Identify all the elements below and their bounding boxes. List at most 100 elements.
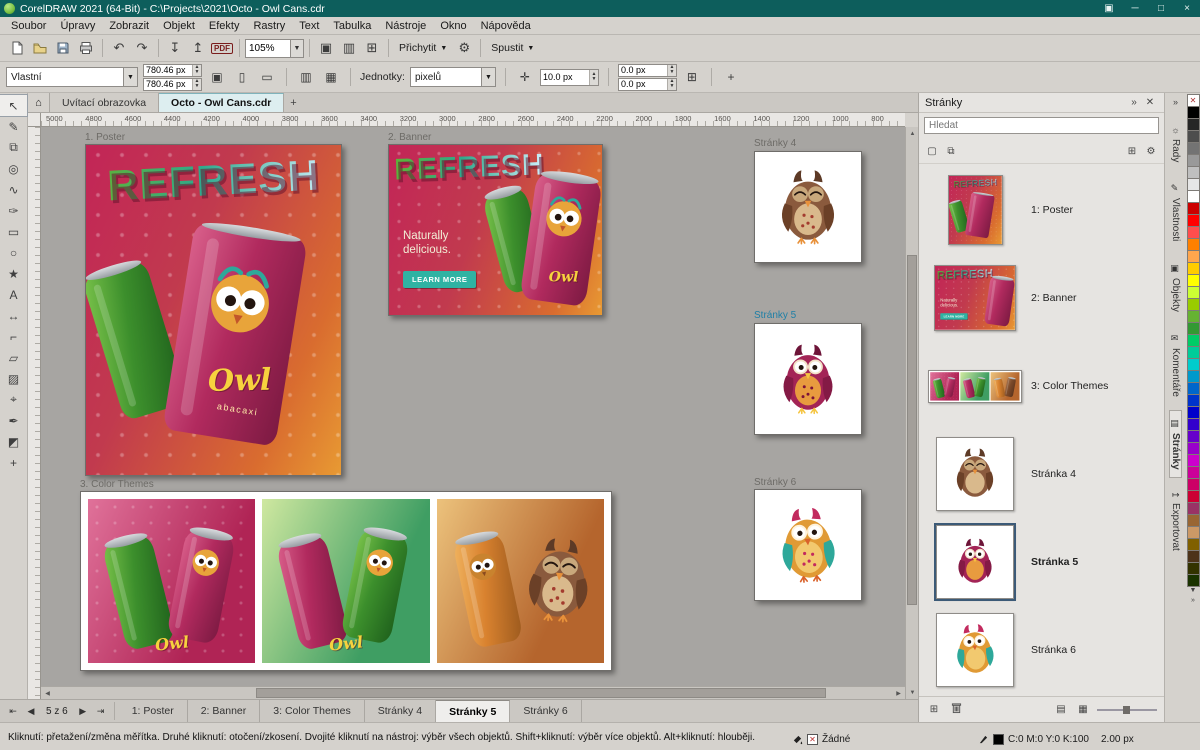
last-page-icon[interactable]: ⇥: [92, 702, 110, 720]
palette-scroll-down-icon[interactable]: ▼: [1190, 587, 1197, 597]
export-icon[interactable]: ↥: [187, 37, 209, 59]
next-page-icon[interactable]: ▶: [74, 702, 92, 720]
menu-tabulka[interactable]: Tabulka: [326, 18, 378, 34]
themes-artboard[interactable]: Owl Owl: [80, 491, 612, 671]
page-height-field[interactable]: ▲▼: [143, 78, 202, 91]
page4-artboard[interactable]: [754, 151, 862, 263]
landscape-icon[interactable]: ▭: [257, 67, 277, 87]
chevron-down-icon[interactable]: ▼: [481, 68, 495, 86]
docker-expand-icon[interactable]: »: [1173, 93, 1178, 111]
owl-illustration[interactable]: [772, 505, 843, 585]
add-tool-button[interactable]: +: [0, 452, 27, 473]
redo-icon[interactable]: ↷: [131, 37, 153, 59]
nudge-field[interactable]: ▲▼: [540, 69, 599, 86]
palette-swatch[interactable]: [1187, 574, 1200, 587]
horizontal-scroll-thumb[interactable]: [256, 688, 826, 698]
zoom-tool[interactable]: ◎: [0, 158, 27, 179]
artistic-media-tool[interactable]: ✑: [0, 200, 27, 221]
page-width-field[interactable]: ▲▼: [143, 64, 202, 77]
vertical-scroll-thumb[interactable]: [907, 255, 917, 605]
nudge-input[interactable]: [541, 72, 589, 82]
docker-tab-vlastnosti[interactable]: ✎Vlastnosti: [1170, 176, 1181, 249]
pick-tool[interactable]: ↖: [0, 95, 27, 116]
snap-to-button[interactable]: Přichytit ▼: [394, 38, 452, 59]
page-list-item-5[interactable]: Stránka 5: [919, 518, 1164, 606]
duplicate-page-icon[interactable]: ⧉: [943, 146, 959, 157]
banner-artwork[interactable]: REFRESH Naturally delicious. LEARN MORE …: [389, 145, 602, 315]
treat-as-filled-icon[interactable]: ⊞: [682, 67, 702, 87]
ruler-origin-button[interactable]: [28, 113, 41, 127]
connector-tool[interactable]: ⌐: [0, 326, 27, 347]
menu-nápověda[interactable]: Nápověda: [474, 18, 538, 34]
duplicate-y-input[interactable]: [619, 79, 667, 89]
chevron-down-icon[interactable]: ▼: [123, 68, 137, 86]
page-tab-2[interactable]: 2: Banner: [188, 700, 261, 722]
all-pages-size-icon[interactable]: ▦: [321, 67, 341, 87]
page-tab-5[interactable]: Stránky 5: [436, 700, 510, 722]
horizontal-ruler[interactable]: 5000480046004400420040003800360034003200…: [41, 113, 905, 127]
poster-artboard[interactable]: REFRESH Owl abacaxi: [85, 144, 342, 476]
docker-tab-rady[interactable]: ☼Rady: [1170, 117, 1181, 170]
search-input[interactable]: [924, 117, 1159, 134]
tab-welcome-screen[interactable]: Uvítací obrazovka: [50, 93, 159, 112]
docker-options-gear-icon[interactable]: ⚙: [1143, 146, 1159, 157]
poster-artwork[interactable]: REFRESH Owl abacaxi: [86, 145, 341, 475]
page-list-item-4[interactable]: Stránka 4: [919, 430, 1164, 518]
owl-illustration[interactable]: [777, 341, 839, 417]
page-tab-3[interactable]: 3: Color Themes: [260, 700, 364, 722]
page-tab-1[interactable]: 1: Poster: [119, 700, 188, 722]
page-height-input[interactable]: [144, 79, 192, 89]
delete-page-icon[interactable]: [948, 702, 964, 717]
add-toolbar-item-icon[interactable]: +: [721, 67, 741, 87]
theme-variant-green[interactable]: Owl: [262, 499, 429, 663]
minimize-button[interactable]: ─: [1122, 0, 1148, 17]
docker-tab-exportovat[interactable]: ↥Exportovat: [1170, 483, 1181, 558]
options-gear-icon[interactable]: ⚙: [453, 37, 475, 59]
transparency-tool[interactable]: ▨: [0, 368, 27, 389]
small-thumbnails-icon[interactable]: ▤: [1053, 704, 1069, 715]
palette-expand-icon[interactable]: »: [1191, 597, 1195, 607]
open-icon[interactable]: [29, 37, 51, 59]
polygon-tool[interactable]: ★: [0, 263, 27, 284]
drawing-canvas[interactable]: 1. Poster REFRESH Owl abacaxi: [41, 127, 905, 699]
page-list-item-1[interactable]: REFRESH 1: Poster: [919, 166, 1164, 254]
save-icon[interactable]: [52, 37, 74, 59]
page-width-input[interactable]: [144, 65, 192, 75]
page5-artboard[interactable]: [754, 323, 862, 435]
zoom-level-combo[interactable]: ▼: [245, 39, 304, 58]
menu-objekt[interactable]: Objekt: [156, 18, 202, 34]
theme-variant-magenta[interactable]: Owl: [88, 499, 255, 663]
menu-efekty[interactable]: Efekty: [202, 18, 247, 34]
print-icon[interactable]: [75, 37, 97, 59]
page-list-item-6[interactable]: Stránka 6: [919, 606, 1164, 694]
fullscreen-preview-icon[interactable]: ▣: [315, 37, 337, 59]
page-tab-4[interactable]: Stránky 4: [365, 700, 436, 722]
page-tab-6[interactable]: Stránky 6: [510, 700, 581, 722]
banner-artboard[interactable]: REFRESH Naturally delicious. LEARN MORE …: [388, 144, 603, 316]
page6-artboard[interactable]: [754, 489, 862, 601]
new-document-icon[interactable]: [6, 37, 28, 59]
new-tab-icon[interactable]: +: [284, 93, 302, 112]
thumbnail-size-slider[interactable]: [1097, 709, 1157, 711]
menu-nástroje[interactable]: Nástroje: [378, 18, 433, 34]
ellipse-tool[interactable]: ○: [0, 242, 27, 263]
portrait-icon[interactable]: ▯: [232, 67, 252, 87]
docker-undock-icon[interactable]: »: [1126, 97, 1142, 108]
duplicate-x-input[interactable]: [619, 65, 667, 75]
drop-shadow-tool[interactable]: ▱: [0, 347, 27, 368]
capture-icon[interactable]: ▣: [1096, 0, 1122, 17]
maximize-button[interactable]: □: [1148, 0, 1174, 17]
launcher-button[interactable]: Spustit ▼: [486, 38, 539, 59]
outline-pen-tool[interactable]: ✒: [0, 410, 27, 431]
page-list-view-icon[interactable]: ⊞: [1124, 146, 1140, 157]
tab-document[interactable]: Octo - Owl Cans.cdr: [159, 93, 284, 112]
menu-okno[interactable]: Okno: [433, 18, 473, 34]
rectangle-tool[interactable]: ▭: [0, 221, 27, 242]
menu-úpravy[interactable]: Úpravy: [53, 18, 102, 34]
add-page-icon[interactable]: ⊞: [926, 704, 942, 715]
import-icon[interactable]: ↧: [164, 37, 186, 59]
docker-tab-komentáře[interactable]: ✉Komentáře: [1170, 326, 1181, 405]
text-tool[interactable]: A: [0, 284, 27, 305]
crop-tool[interactable]: ⧉: [0, 137, 27, 158]
fill-tool[interactable]: ◩: [0, 431, 27, 452]
